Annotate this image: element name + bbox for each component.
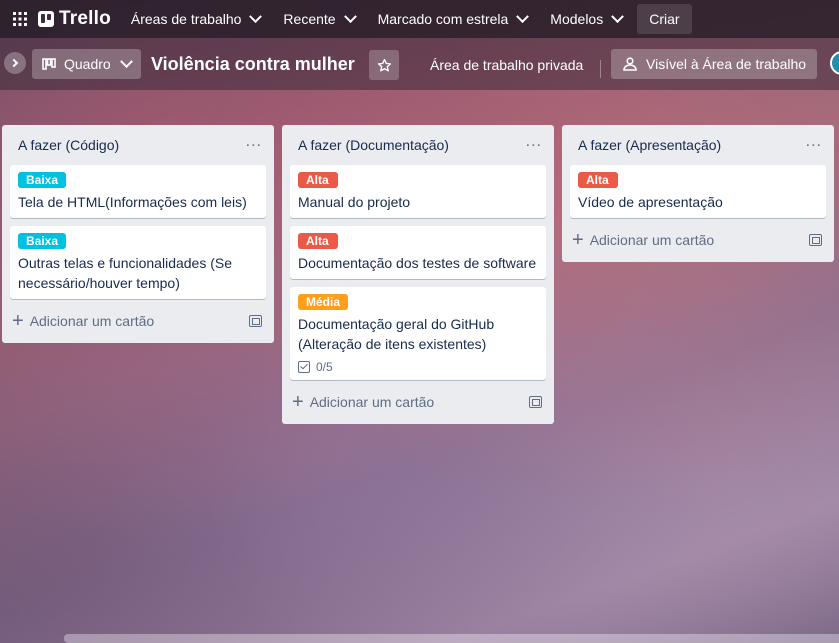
card[interactable]: Baixa Tela de HTML(Informações com leis) — [10, 165, 266, 218]
add-card-label: Adicionar um cartão — [309, 394, 435, 410]
list-apresentacao: A fazer (Apresentação) ... Alta Vídeo de… — [562, 125, 834, 262]
list-menu-icon[interactable]: ... — [246, 134, 262, 152]
label-baixa: Baixa — [18, 172, 67, 188]
board-view-icon — [42, 58, 56, 70]
card-title: Vídeo de apresentação — [578, 194, 723, 210]
team-icon — [623, 57, 637, 71]
label-alta: Alta — [578, 172, 618, 188]
card-template-icon[interactable] — [249, 315, 262, 327]
card-title: Tela de HTML(Informações com leis) — [18, 194, 247, 210]
visibility-label: Visível à Área de trabalho — [646, 56, 807, 72]
chevron-down-icon — [343, 9, 357, 23]
board-header: Quadro Violência contra mulher Área de t… — [0, 38, 839, 90]
chevron-down-icon — [119, 54, 133, 68]
nav-recent-label: Recente — [283, 11, 336, 27]
avatar[interactable] — [830, 51, 839, 75]
add-card-content: + Adicionar um cartão — [12, 310, 155, 332]
plus-icon: + — [572, 229, 584, 251]
board-view-switcher[interactable]: Quadro — [32, 49, 141, 79]
chevron-right-icon — [9, 58, 19, 68]
app-switcher-icon[interactable] — [8, 7, 32, 31]
workspace-button[interactable]: Área de trabalho privada — [430, 57, 583, 73]
chevron-down-icon — [249, 9, 263, 23]
create-button[interactable]: Criar — [637, 4, 692, 34]
top-navigation: Trello Áreas de trabalho Recente Marcado… — [0, 0, 839, 38]
checklist-icon — [298, 361, 310, 373]
board-view-label: Quadro — [64, 56, 111, 72]
add-card-content: + Adicionar um cartão — [572, 229, 715, 251]
list-title[interactable]: A fazer (Código) — [18, 137, 119, 153]
label-media: Média — [298, 294, 349, 310]
add-card-label: Adicionar um cartão — [29, 313, 155, 329]
add-card-button[interactable]: + Adicionar um cartão — [290, 388, 546, 416]
card[interactable]: Alta Documentação dos testes de software — [290, 226, 546, 279]
list-menu-icon[interactable]: ... — [806, 134, 822, 152]
card-title: Documentação dos testes de software — [298, 255, 537, 271]
label-alta: Alta — [298, 172, 338, 188]
board-title[interactable]: Violência contra mulher — [151, 54, 355, 75]
label-alta: Alta — [298, 233, 338, 249]
header-divider — [600, 60, 601, 78]
plus-icon: + — [12, 310, 24, 332]
expand-sidebar-button[interactable] — [4, 52, 26, 74]
trello-logo-icon — [38, 11, 54, 27]
nav-recent[interactable]: Recente — [283, 9, 357, 27]
card[interactable]: Alta Manual do projeto — [290, 165, 546, 218]
add-card-label: Adicionar um cartão — [589, 232, 715, 248]
add-card-button[interactable]: + Adicionar um cartão — [570, 226, 826, 254]
plus-icon: + — [292, 391, 304, 413]
list-codigo: A fazer (Código) ... Baixa Tela de HTML(… — [2, 125, 274, 343]
card-template-icon[interactable] — [529, 396, 542, 408]
card-title: Manual do projeto — [298, 194, 411, 210]
card[interactable]: Alta Vídeo de apresentação — [570, 165, 826, 218]
add-card-button[interactable]: + Adicionar um cartão — [10, 307, 266, 335]
horizontal-scrollbar[interactable] — [64, 634, 839, 643]
nav-starred-label: Marcado com estrela — [377, 11, 509, 27]
card-title: Documentação geral do GitHub (Alteração … — [298, 316, 495, 352]
card[interactable]: Média Documentação geral do GitHub (Alte… — [290, 287, 546, 380]
card-title: Outras telas e funcionalidades (Se neces… — [18, 255, 233, 291]
nav-starred[interactable]: Marcado com estrela — [377, 9, 530, 27]
nav-templates[interactable]: Modelos — [550, 9, 625, 27]
checklist-count: 0/5 — [316, 360, 333, 374]
card[interactable]: Baixa Outras telas e funcionalidades (Se… — [10, 226, 266, 299]
star-board-button[interactable] — [369, 50, 399, 80]
list-documentacao: A fazer (Documentação) ... Alta Manual d… — [282, 125, 554, 424]
chevron-down-icon — [611, 9, 625, 23]
list-title[interactable]: A fazer (Documentação) — [298, 137, 449, 153]
list-header[interactable]: A fazer (Documentação) ... — [290, 125, 546, 165]
nav-workspaces[interactable]: Áreas de trabalho — [130, 9, 263, 27]
star-icon — [377, 58, 391, 71]
chevron-down-icon — [516, 9, 530, 23]
list-menu-icon[interactable]: ... — [526, 134, 542, 152]
visibility-button[interactable]: Visível à Área de trabalho — [611, 49, 818, 79]
add-card-content: + Adicionar um cartão — [292, 391, 435, 413]
card-template-icon[interactable] — [809, 234, 822, 246]
brand-name: Trello — [59, 8, 111, 29]
nav-templates-label: Modelos — [550, 11, 604, 27]
card-badges: 0/5 — [298, 360, 538, 374]
nav-workspaces-label: Áreas de trabalho — [130, 11, 242, 27]
list-header[interactable]: A fazer (Código) ... — [10, 125, 266, 165]
list-header[interactable]: A fazer (Apresentação) ... — [570, 125, 826, 165]
trello-logo[interactable]: Trello — [38, 8, 111, 30]
label-baixa: Baixa — [18, 233, 67, 249]
list-title[interactable]: A fazer (Apresentação) — [578, 137, 721, 153]
